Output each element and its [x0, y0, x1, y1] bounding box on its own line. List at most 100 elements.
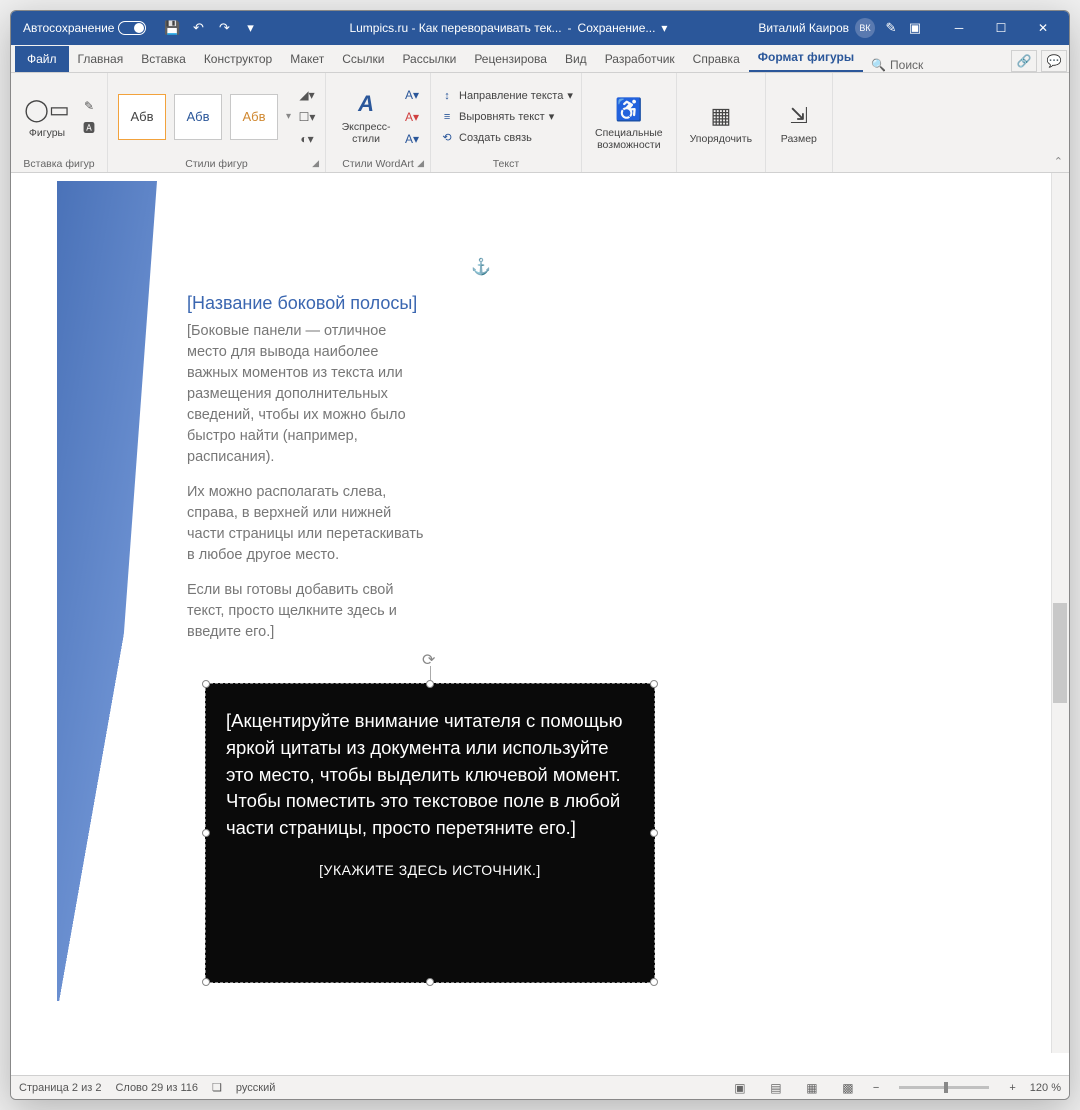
shape-fill-icon[interactable]: ◢▾	[297, 86, 317, 104]
resize-handle-br[interactable]	[650, 978, 658, 986]
autosave-switch[interactable]	[118, 21, 146, 35]
page[interactable]: ⚓ [Название боковой полосы] [Боковые пан…	[39, 173, 1019, 1075]
resize-handle-ml[interactable]	[202, 829, 210, 837]
tab-references[interactable]: Ссылки	[333, 46, 393, 72]
sidebar-p3[interactable]: Если вы готовы добавить свой текст, прос…	[187, 580, 427, 643]
shape-styles-launcher-icon[interactable]: ◢	[312, 158, 319, 169]
tab-help[interactable]: Справка	[684, 46, 749, 72]
close-button[interactable]: ✕	[1023, 14, 1063, 42]
status-words[interactable]: Слово 29 из 116	[115, 1082, 198, 1094]
text-outline-icon[interactable]: A▾	[402, 108, 422, 126]
shapes-icon: ◯▭	[31, 94, 63, 126]
group-label-shape-styles: Стили фигур◢	[116, 156, 317, 170]
tab-layout[interactable]: Макет	[281, 46, 333, 72]
ribbon-tabs: Файл Главная Вставка Конструктор Макет С…	[11, 45, 1069, 73]
tab-shape-format[interactable]: Формат фигуры	[749, 44, 863, 72]
textbox-content[interactable]: [Акцентируйте внимание читателя с помощь…	[206, 684, 654, 854]
shape-effects-icon[interactable]: ◐▾	[297, 130, 317, 148]
zoom-level[interactable]: 120 %	[1030, 1082, 1061, 1094]
resize-handle-mr[interactable]	[650, 829, 658, 837]
search-box[interactable]: 🔍 Поиск	[863, 58, 931, 72]
sidebar-p2[interactable]: Их можно располагать слева, справа, в ве…	[187, 482, 427, 566]
zoom-in-button[interactable]: +	[1009, 1082, 1015, 1094]
size-button[interactable]: ⇲ Размер	[774, 88, 824, 158]
tab-view[interactable]: Вид	[556, 46, 596, 72]
group-label-text: Текст	[439, 156, 573, 170]
web-layout-icon[interactable]: ▩	[837, 1079, 859, 1097]
title-center: Lumpics.ru - Как переворачивать тек... -…	[266, 21, 750, 35]
share-button[interactable]: 🔗	[1011, 50, 1037, 72]
shapes-button[interactable]: ◯▭ Фигуры	[19, 82, 75, 152]
accessibility-icon: ♿	[613, 94, 645, 126]
sidebar-p1[interactable]: [Боковые панели — отличное место для выв…	[187, 321, 427, 468]
rotate-handle-line	[430, 666, 431, 680]
user-name: Виталий Каиров	[758, 21, 849, 35]
scroll-thumb[interactable]	[1053, 603, 1067, 703]
text-fill-icon[interactable]: A▾	[402, 86, 422, 104]
shape-style-1[interactable]: Абв	[118, 94, 166, 140]
edit-shape-icon[interactable]: ✎	[79, 97, 99, 115]
save-icon[interactable]: 💾	[164, 20, 180, 36]
selected-textbox[interactable]: ⟳ [Акцентируйте внимание читателя с помо…	[205, 683, 655, 983]
user-avatar[interactable]: ВК	[855, 18, 875, 38]
group-label-wordart: Стили WordArt◢	[334, 156, 422, 170]
vertical-scrollbar[interactable]	[1051, 173, 1069, 1053]
maximize-button[interactable]: ☐	[981, 14, 1021, 42]
proofing-icon[interactable]: ❏	[212, 1081, 222, 1094]
resize-handle-tr[interactable]	[650, 680, 658, 688]
document-area[interactable]: ⚓ [Название боковой полосы] [Боковые пан…	[11, 173, 1069, 1075]
qat-dropdown-icon[interactable]: ▾	[242, 20, 258, 36]
resize-handle-tm[interactable]	[426, 680, 434, 688]
user-section[interactable]: Виталий Каиров ВК	[758, 18, 875, 38]
shape-outline-icon[interactable]: ☐▾	[297, 108, 317, 126]
align-text-button[interactable]: ≡Выровнять текст ▾	[439, 108, 554, 125]
create-link-button[interactable]: ⟲Создать связь	[439, 129, 532, 146]
status-language[interactable]: русский	[236, 1082, 275, 1094]
shape-style-2[interactable]: Абв	[174, 94, 222, 140]
save-status: Сохранение...	[578, 21, 656, 35]
accessibility-button[interactable]: ♿ Специальные возможности	[590, 88, 668, 158]
tab-mailings[interactable]: Рассылки	[393, 46, 465, 72]
window-controls: ─ ☐ ✕	[939, 14, 1063, 42]
rotate-handle-icon[interactable]: ⟳	[422, 650, 438, 666]
tab-review[interactable]: Рецензирова	[465, 46, 556, 72]
resize-handle-tl[interactable]	[202, 680, 210, 688]
print-layout-icon[interactable]: ▦	[801, 1079, 823, 1097]
comments-button[interactable]: 💬	[1041, 50, 1067, 72]
tab-insert[interactable]: Вставка	[132, 46, 195, 72]
zoom-out-button[interactable]: −	[873, 1082, 879, 1094]
app-window: Автосохранение 💾 ↶ ↷ ▾ Lumpics.ru - Как …	[10, 10, 1070, 1100]
zoom-slider[interactable]	[899, 1086, 989, 1089]
tab-file[interactable]: Файл	[15, 46, 69, 72]
autosave-toggle[interactable]: Автосохранение	[23, 21, 146, 35]
tab-design[interactable]: Конструктор	[195, 46, 281, 72]
ribbon-display-icon[interactable]: ▣	[907, 20, 923, 36]
undo-icon[interactable]: ↶	[190, 20, 206, 36]
resize-handle-bl[interactable]	[202, 978, 210, 986]
wordart-launcher-icon[interactable]: ◢	[417, 158, 424, 169]
shape-styles-more-icon[interactable]: ▾	[286, 111, 291, 122]
express-styles-button[interactable]: A Экспресс-стили	[334, 82, 398, 152]
redo-icon[interactable]: ↷	[216, 20, 232, 36]
textbox-icon[interactable]: 🅰	[79, 119, 99, 137]
text-direction-button[interactable]: ↕Направление текста ▾	[439, 87, 573, 104]
tab-home[interactable]: Главная	[69, 46, 133, 72]
arrange-button[interactable]: ▦ Упорядочить	[685, 88, 757, 158]
focus-mode-icon[interactable]: ▣	[729, 1079, 751, 1097]
read-mode-icon[interactable]: ▤	[765, 1079, 787, 1097]
group-label-access	[590, 168, 668, 170]
sidebar-body[interactable]: [Боковые панели — отличное место для выв…	[187, 321, 427, 657]
minimize-button[interactable]: ─	[939, 14, 979, 42]
sidebar-title[interactable]: [Название боковой полосы]	[187, 293, 417, 314]
touch-mode-icon[interactable]: ✎	[883, 20, 899, 36]
arrange-icon: ▦	[705, 100, 737, 132]
collapse-ribbon-icon[interactable]: ⌃	[1054, 155, 1063, 168]
textbox-source[interactable]: [УКАЖИТЕ ЗДЕСЬ ИСТОЧНИК.]	[206, 862, 654, 878]
shape-style-3[interactable]: Абв	[230, 94, 278, 140]
tab-developer[interactable]: Разработчик	[596, 46, 684, 72]
status-page[interactable]: Страница 2 из 2	[19, 1082, 101, 1094]
resize-handle-bm[interactable]	[426, 978, 434, 986]
text-effects-icon[interactable]: A▾	[402, 130, 422, 148]
autosave-label: Автосохранение	[23, 21, 114, 35]
group-text: ↕Направление текста ▾ ≡Выровнять текст ▾…	[431, 73, 582, 172]
